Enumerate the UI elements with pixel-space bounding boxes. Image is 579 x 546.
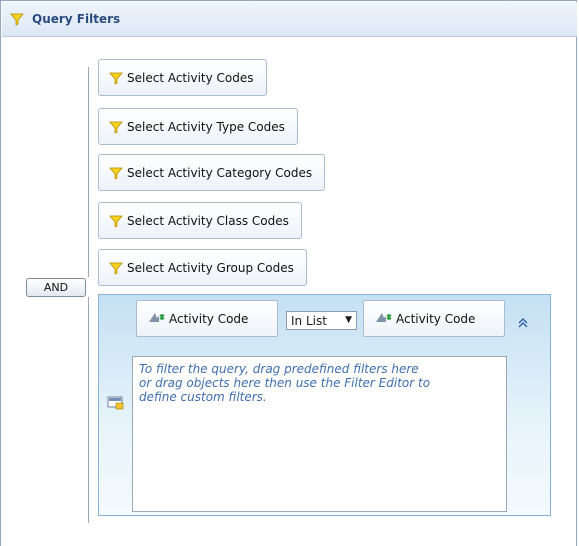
drop-hint-line: To filter the query, drag predefined fil… (139, 362, 419, 376)
right-field-button[interactable]: Activity Code (363, 300, 505, 337)
left-field-button[interactable]: Activity Code (136, 300, 278, 337)
operator-value: In List (291, 313, 327, 328)
funnel-icon (109, 166, 123, 180)
query-filters-panel: Query Filters AND Select Activity Codes … (0, 0, 577, 546)
select-activity-codes-button[interactable]: Select Activity Codes (98, 59, 267, 96)
field-object-icon (374, 310, 394, 327)
filter-label: Select Activity Type Codes (127, 119, 285, 134)
dropdown-arrow-icon: ▼ (345, 315, 352, 325)
filter-drop-area[interactable]: To filter the query, drag predefined fil… (132, 356, 507, 512)
panel-header[interactable]: Query Filters (2, 2, 577, 37)
filter-label: Select Activity Codes (127, 70, 254, 85)
drop-hint-line: or drag objects here then use the Filter… (139, 376, 431, 390)
filter-label: Select Activity Class Codes (127, 213, 289, 228)
right-field-label: Activity Code (396, 311, 476, 326)
drop-hint-line: define custom filters. (139, 390, 267, 404)
filter-rule-panel: Activity Code In List ▼ Activity Code To… (98, 294, 551, 516)
funnel-icon (109, 261, 123, 275)
funnel-icon (109, 120, 123, 134)
operator-dropdown[interactable]: In List ▼ (286, 311, 357, 330)
filter-editor-icon[interactable] (107, 395, 125, 414)
collapse-chevron-icon[interactable] (517, 317, 529, 329)
filter-label: Select Activity Category Codes (127, 165, 313, 180)
select-activity-type-codes-button[interactable]: Select Activity Type Codes (98, 108, 298, 145)
logic-connector-line (88, 297, 89, 523)
panel-title: Query Filters (32, 12, 121, 26)
field-object-icon (147, 310, 167, 327)
filter-label: Select Activity Group Codes (127, 260, 294, 275)
funnel-icon (109, 71, 123, 85)
select-activity-group-codes-button[interactable]: Select Activity Group Codes (98, 249, 307, 286)
funnel-icon (10, 12, 24, 26)
select-activity-category-codes-button[interactable]: Select Activity Category Codes (98, 154, 326, 191)
left-field-label: Activity Code (169, 311, 249, 326)
funnel-icon (109, 214, 123, 228)
and-operator-button[interactable]: AND (26, 278, 86, 297)
select-activity-class-codes-button[interactable]: Select Activity Class Codes (98, 202, 302, 239)
logic-connector-line (88, 67, 89, 277)
